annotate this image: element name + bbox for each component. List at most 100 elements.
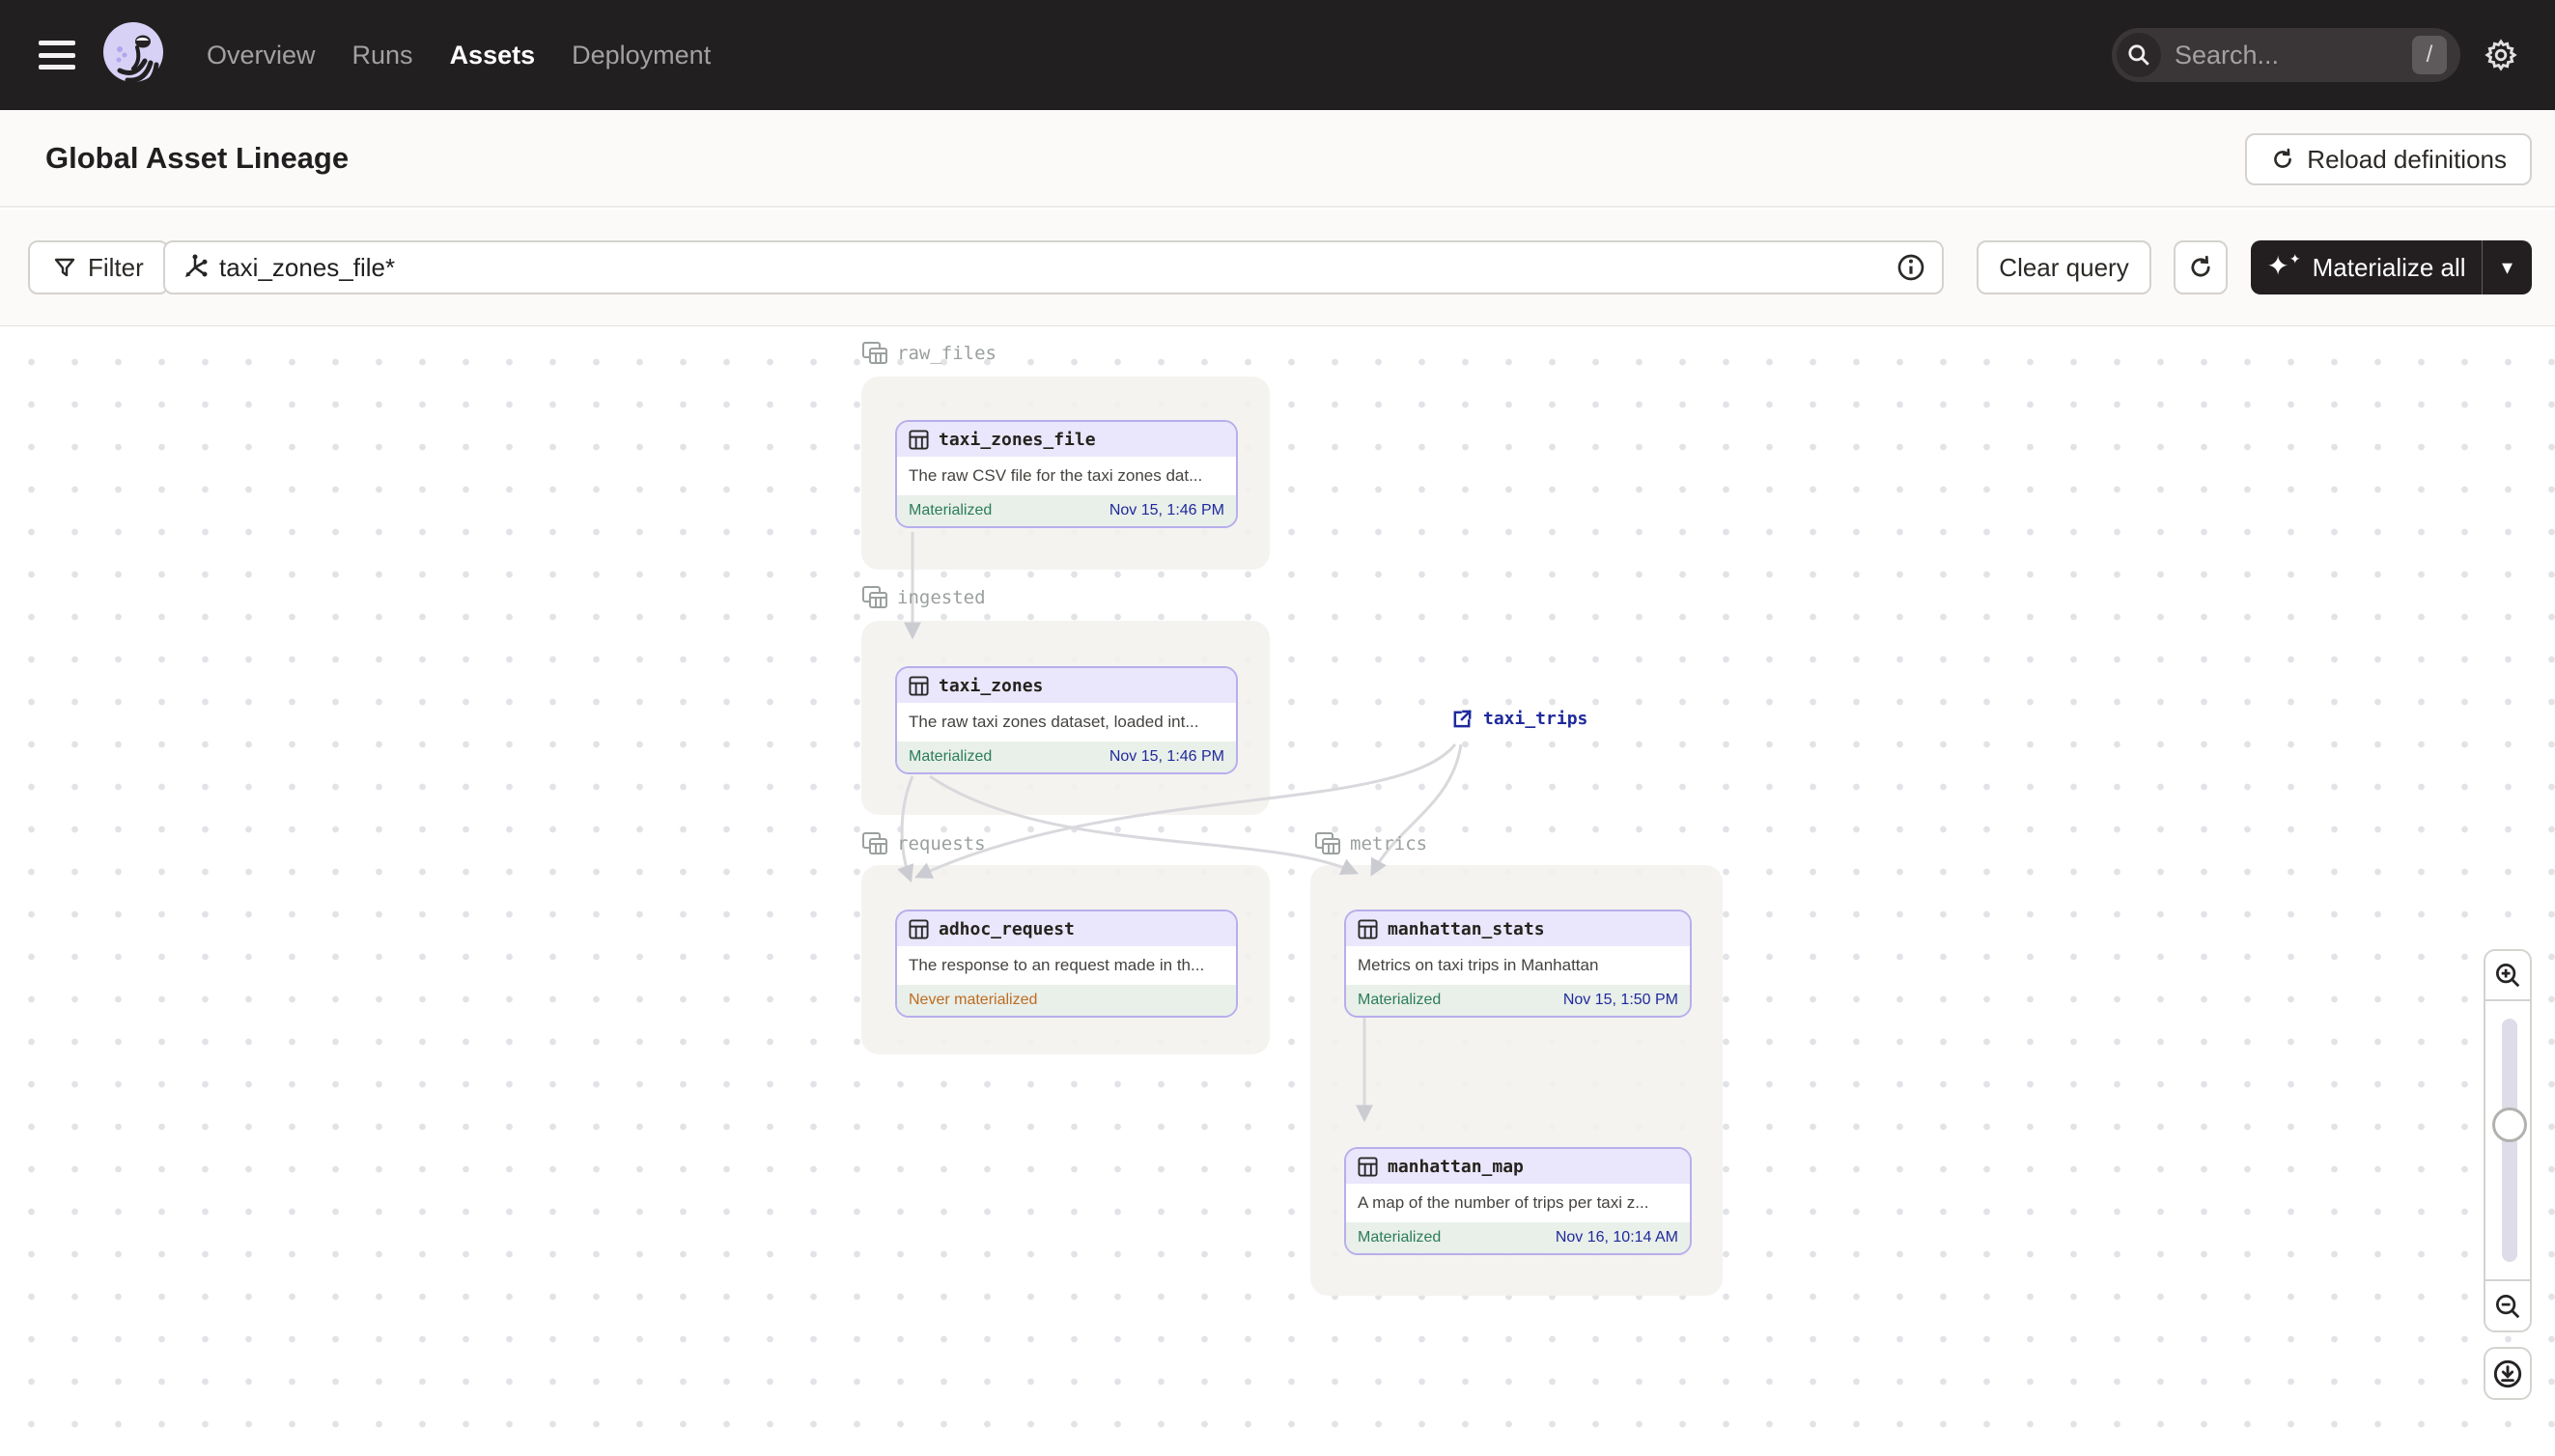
asset-selection-input[interactable] xyxy=(219,252,1895,283)
search-bar[interactable]: / xyxy=(2112,28,2460,82)
zoom-controls xyxy=(2484,949,2532,1332)
tab-overview[interactable]: Overview xyxy=(207,41,316,70)
group-table-icon xyxy=(1315,832,1340,854)
tab-deployment[interactable]: Deployment xyxy=(572,41,711,70)
asset-node-adhoc-request[interactable]: adhoc_request The response to an request… xyxy=(895,910,1238,1018)
zoom-out-icon xyxy=(2496,1294,2520,1318)
materialize-dropdown-button[interactable]: ▾ xyxy=(2482,240,2532,294)
external-asset-taxi-trips[interactable]: taxi_trips xyxy=(1451,708,1587,730)
group-label-requests[interactable]: requests xyxy=(862,831,986,856)
info-icon[interactable] xyxy=(1895,252,1926,283)
menu-icon[interactable] xyxy=(39,41,75,70)
clear-query-button[interactable]: Clear query xyxy=(1977,240,2151,294)
group-name: raw_files xyxy=(897,343,997,364)
asset-node-manhattan-stats[interactable]: manhattan_stats Metrics on taxi trips in… xyxy=(1344,910,1692,1018)
table-icon xyxy=(1358,918,1378,939)
materialization-timestamp: Nov 15, 1:46 PM xyxy=(1109,748,1224,765)
materialize-all-button[interactable]: ✦✦ Materialize all xyxy=(2251,252,2482,283)
page-title: Global Asset Lineage xyxy=(45,140,350,175)
materialization-timestamp: Nov 15, 1:46 PM xyxy=(1109,502,1224,518)
dagster-app: Overview Runs Assets Deployment / xyxy=(0,0,2555,1456)
materialization-timestamp: Nov 16, 10:14 AM xyxy=(1555,1229,1678,1246)
asset-name: manhattan_stats xyxy=(1388,918,1545,939)
edge-taxi-zones-to-manhattan-stats xyxy=(929,774,1359,875)
zoom-out-button[interactable] xyxy=(2484,1279,2532,1332)
filter-label: Filter xyxy=(88,252,144,282)
refresh-icon xyxy=(2191,255,2210,277)
table-icon xyxy=(909,675,929,696)
asset-description: The response to an request made in th... xyxy=(909,956,1205,974)
asset-selection-input-wrap xyxy=(163,240,1944,294)
page-header: Global Asset Lineage Reload definitions xyxy=(0,110,2555,208)
zoom-slider xyxy=(2484,1001,2532,1279)
nav-tabs: Overview Runs Assets Deployment xyxy=(207,41,711,70)
status-badge: Materialized xyxy=(909,748,993,765)
asset-node-header: manhattan_stats xyxy=(1346,911,1690,946)
reload-definitions-button[interactable]: Reload definitions xyxy=(2245,133,2532,185)
materialization-timestamp: Nov 15, 1:50 PM xyxy=(1562,992,1678,1008)
asset-status-bar: Materialized Nov 16, 10:14 AM xyxy=(1346,1222,1690,1253)
search-shortcut-badge: / xyxy=(2412,36,2447,74)
search-icon xyxy=(2117,33,2161,77)
asset-name: manhattan_map xyxy=(1388,1156,1524,1177)
asset-node-header: taxi_zones xyxy=(897,668,1236,703)
lineage-toolbar: Filter Clear query xyxy=(0,210,2555,326)
gear-icon[interactable] xyxy=(2484,38,2518,72)
table-icon xyxy=(909,918,929,939)
refresh-graph-button[interactable] xyxy=(2174,240,2228,294)
asset-description: A map of the number of trips per taxi z.… xyxy=(1358,1193,1649,1212)
external-asset-name: taxi_trips xyxy=(1483,709,1588,729)
group-table-icon xyxy=(862,832,887,854)
zoom-in-icon xyxy=(2496,964,2520,988)
asset-node-taxi-zones[interactable]: taxi_zones The raw taxi zones dataset, l… xyxy=(895,666,1238,774)
tab-assets[interactable]: Assets xyxy=(450,41,536,70)
materialize-all-label: Materialize all xyxy=(2312,252,2466,282)
zoom-slider-handle[interactable] xyxy=(2492,1107,2527,1142)
refresh-icon xyxy=(2274,148,2292,168)
group-name: requests xyxy=(897,833,986,854)
search-input[interactable] xyxy=(2175,40,2368,70)
dagster-logo-icon[interactable] xyxy=(100,20,166,90)
tab-runs[interactable]: Runs xyxy=(352,41,413,70)
asset-name: taxi_zones_file xyxy=(939,429,1096,450)
external-link-icon xyxy=(1453,710,1472,728)
recenter-graph-button[interactable] xyxy=(2484,1347,2532,1400)
asset-status-bar: Materialized Nov 15, 1:46 PM xyxy=(897,742,1236,772)
group-name: ingested xyxy=(897,587,986,608)
status-badge: Materialized xyxy=(1358,992,1442,1008)
status-badge: Materialized xyxy=(909,502,993,518)
status-badge: Materialized xyxy=(1358,1229,1442,1246)
materialize-all-button-group: ✦✦ Materialize all ▾ xyxy=(2251,240,2532,294)
asset-name: adhoc_request xyxy=(939,918,1075,939)
chevron-down-icon: ▾ xyxy=(2501,255,2513,279)
asset-status-bar: Materialized Nov 15, 1:50 PM xyxy=(1346,985,1690,1016)
asset-description: The raw CSV file for the taxi zones dat.… xyxy=(909,466,1203,485)
asset-node-header: taxi_zones_file xyxy=(897,422,1236,457)
reload-definitions-label: Reload definitions xyxy=(2307,144,2507,174)
asset-status-bar: Materialized Nov 15, 1:46 PM xyxy=(897,495,1236,526)
clear-query-label: Clear query xyxy=(1999,252,2129,282)
filter-icon xyxy=(54,258,75,277)
asset-node-header: manhattan_map xyxy=(1346,1149,1690,1184)
asset-name: taxi_zones xyxy=(939,675,1044,696)
filter-button[interactable]: Filter xyxy=(28,240,169,294)
asset-lineage-canvas[interactable]: raw_files ingested requests metrics taxi… xyxy=(0,327,2555,1456)
asset-node-taxi-zones-file[interactable]: taxi_zones_file The raw CSV file for the… xyxy=(895,420,1238,528)
op-selection-icon xyxy=(181,253,210,282)
zoom-in-button[interactable] xyxy=(2484,949,2532,1001)
group-name: metrics xyxy=(1350,833,1428,854)
asset-description: Metrics on taxi trips in Manhattan xyxy=(1358,956,1599,974)
top-nav: Overview Runs Assets Deployment / xyxy=(0,0,2555,110)
group-label-ingested[interactable]: ingested xyxy=(862,585,986,610)
group-table-icon xyxy=(862,586,887,608)
status-badge: Never materialized xyxy=(909,992,1038,1008)
lineage-edges xyxy=(897,531,1463,1123)
group-label-metrics[interactable]: metrics xyxy=(1315,831,1427,856)
asset-status-bar: Never materialized xyxy=(897,985,1236,1016)
table-icon xyxy=(909,429,929,450)
asset-node-header: adhoc_request xyxy=(897,911,1236,946)
group-label-raw-files[interactable]: raw_files xyxy=(862,341,997,366)
asset-description: The raw taxi zones dataset, loaded int..… xyxy=(909,713,1199,731)
asset-node-manhattan-map[interactable]: manhattan_map A map of the number of tri… xyxy=(1344,1147,1692,1255)
table-icon xyxy=(1358,1156,1378,1177)
